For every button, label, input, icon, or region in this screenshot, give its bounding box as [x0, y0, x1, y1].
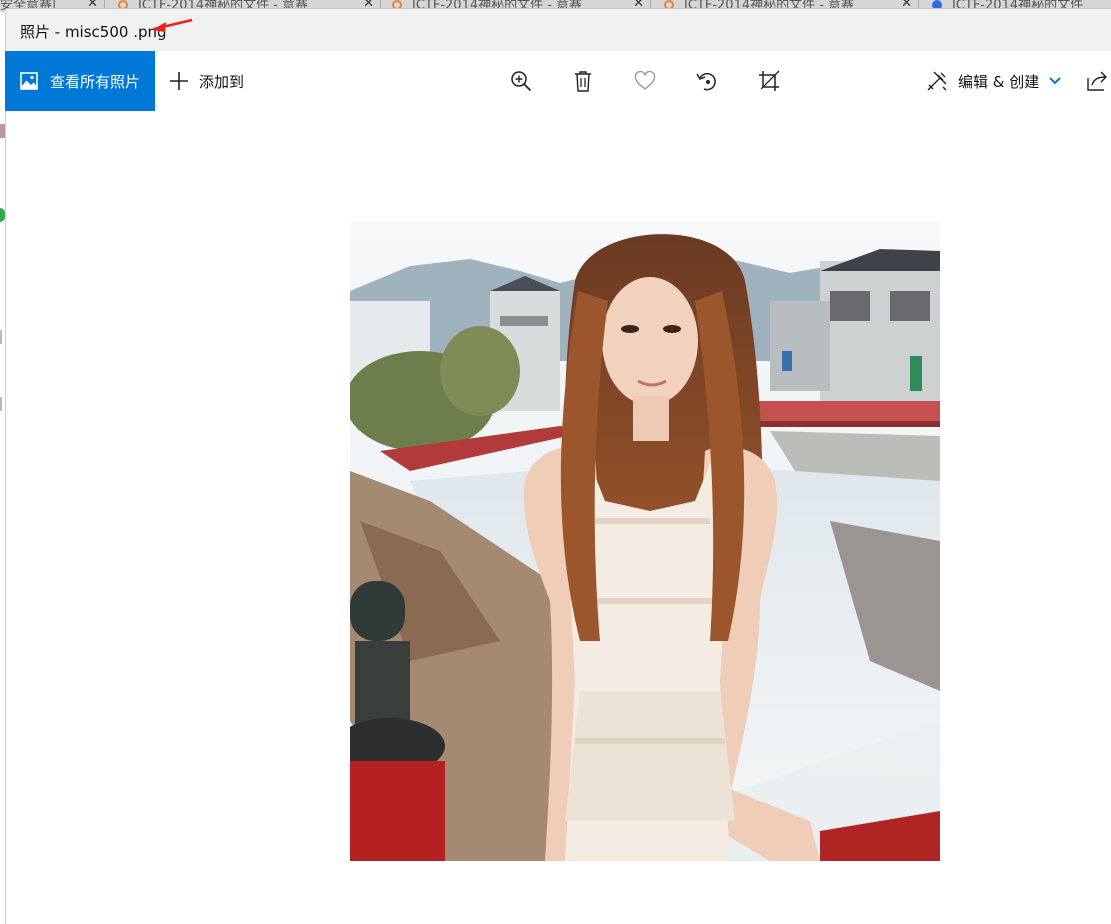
- photos-app-window: 照片 - misc500 .png 查看所有照片 添加到 编辑 & 创建: [5, 8, 1111, 924]
- share-icon: [1087, 71, 1107, 91]
- zoom-in-icon: [511, 71, 532, 92]
- chevron-down-icon: [1049, 77, 1061, 85]
- rotate-icon: [696, 72, 716, 91]
- add-to-label: 添加到: [199, 72, 245, 91]
- crop-icon: [759, 70, 780, 91]
- edit-create-button[interactable]: 编辑 & 创建: [926, 51, 1061, 111]
- heart-icon: [634, 71, 656, 90]
- photo-content: [350, 221, 940, 861]
- plus-icon: [170, 72, 188, 90]
- add-to-button[interactable]: 添加到: [169, 51, 244, 111]
- view-all-photos-button[interactable]: 查看所有照片: [5, 51, 155, 111]
- favorite-button[interactable]: [629, 65, 661, 97]
- share-button[interactable]: [1086, 65, 1111, 97]
- view-all-photos-label: 查看所有照片: [50, 72, 141, 91]
- red-arrow-annotation: [152, 18, 193, 32]
- edit-create-label: 编辑 & 创建: [958, 72, 1040, 91]
- delete-button[interactable]: [567, 65, 599, 97]
- photo-viewer-image[interactable]: [350, 221, 940, 861]
- title-bar: 照片 - misc500 .png: [6, 9, 1111, 51]
- crop-button[interactable]: [753, 65, 785, 97]
- toolbar: 查看所有照片 添加到 编辑 & 创建: [5, 51, 1111, 111]
- photo-icon: [20, 72, 38, 90]
- zoom-button[interactable]: [505, 65, 537, 97]
- edit-create-icon: [927, 71, 947, 91]
- rotate-button[interactable]: [691, 65, 723, 97]
- window-title: 照片 - misc500 .png: [20, 23, 167, 41]
- trash-icon: [575, 71, 591, 92]
